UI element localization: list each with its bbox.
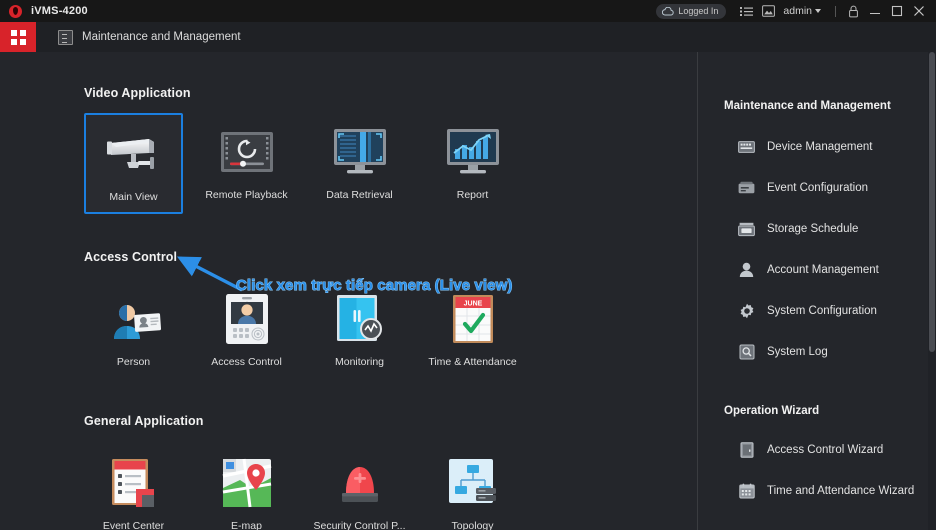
nav-label: Account Management: [767, 264, 879, 276]
grid-menu-icon[interactable]: [0, 22, 36, 52]
door-station-icon: [224, 288, 270, 350]
nav-label: Time and Attendance Wizard: [767, 485, 915, 497]
tile-data-retrieval[interactable]: Data Retrieval: [310, 113, 409, 214]
person-card-icon: [105, 288, 163, 350]
nav-item-system-configuration[interactable]: System Configuration: [738, 300, 936, 322]
tile-report[interactable]: Report: [423, 113, 522, 214]
lock-icon[interactable]: [842, 0, 864, 22]
tile-label: Monitoring: [334, 356, 385, 368]
tile-label: Report: [456, 189, 489, 201]
panel-title-maintenance: Maintenance and Management: [724, 100, 891, 112]
app-name: iVMS-4200: [31, 5, 88, 17]
tile-label: Remote Playback: [205, 189, 288, 201]
user-name[interactable]: admin: [779, 5, 815, 17]
nav-item-event-configuration[interactable]: Event Configuration: [738, 177, 936, 199]
account-management-icon: [738, 262, 755, 279]
tile-label: Security Control P...: [313, 520, 406, 530]
picture-icon[interactable]: [757, 0, 779, 22]
tab-maintenance-and-management[interactable]: Maintenance and Management: [58, 29, 241, 45]
wizard-nav-list: Access Control Wizard Time and Attendanc…: [698, 439, 936, 502]
map-pin-icon: [222, 452, 272, 514]
maintenance-nav-list: Device Management Event Configuration St…: [698, 136, 936, 363]
nav-label: Access Control Wizard: [767, 444, 884, 456]
nav-item-access-control-wizard[interactable]: Access Control Wizard: [738, 439, 936, 461]
tile-label: Main View: [109, 191, 158, 203]
cloud-icon: [662, 6, 675, 15]
cloud-login-label: Logged In: [678, 6, 719, 16]
topology-network-icon: [448, 452, 498, 514]
window-controls: Logged In admin: [656, 0, 936, 22]
tile-time-attendance[interactable]: JUNE Time & Attendance: [423, 280, 522, 381]
section-title-video-application: Video Application: [84, 86, 191, 100]
tab-label: Maintenance and Management: [82, 31, 241, 43]
tile-security-control-panel[interactable]: Security Control P...: [310, 444, 409, 530]
data-retrieval-monitor-icon: [332, 121, 388, 183]
nav-item-account-management[interactable]: Account Management: [738, 259, 936, 281]
event-list-icon: [110, 452, 158, 514]
content-area: Video Application Main View Remote Playb…: [0, 52, 936, 530]
device-management-icon: [738, 139, 755, 156]
vertical-scrollbar[interactable]: [928, 52, 936, 530]
panel-title-operation-wizard: Operation Wizard: [724, 405, 820, 417]
section-title-general-application: General Application: [84, 414, 204, 428]
storage-schedule-icon: [738, 221, 755, 238]
chevron-down-icon[interactable]: [815, 9, 821, 13]
nav-item-time-attendance-wizard[interactable]: Time and Attendance Wizard: [738, 480, 936, 502]
hikvision-flame-logo-icon: [9, 4, 22, 18]
side-panel: Maintenance and Management Device Manage…: [698, 52, 936, 530]
report-chart-monitor-icon: [445, 121, 501, 183]
title-bar: iVMS-4200 Logged In admin: [0, 0, 936, 22]
calendar-wizard-icon: [738, 483, 755, 500]
list-icon[interactable]: [735, 0, 757, 22]
playback-monitor-icon: [219, 121, 275, 183]
maintenance-icon: [58, 29, 73, 45]
close-icon[interactable]: [908, 0, 930, 22]
minimize-icon[interactable]: [864, 0, 886, 22]
application-grid: Video Application Main View Remote Playb…: [0, 52, 697, 530]
annotation-text: Click xem trực tiếp camera (Live view): [236, 277, 513, 295]
tile-label: Time & Attendance: [428, 356, 517, 368]
calendar-check-icon: JUNE: [450, 288, 496, 350]
nav-item-system-log[interactable]: System Log: [738, 341, 936, 363]
tile-topology[interactable]: Topology: [423, 444, 522, 530]
gear-icon: [738, 303, 755, 320]
cloud-login-status[interactable]: Logged In: [656, 3, 727, 19]
alarm-siren-icon: [334, 452, 386, 514]
divider: [835, 5, 836, 17]
nav-item-device-management[interactable]: Device Management: [738, 136, 936, 158]
tile-label: Data Retrieval: [326, 189, 393, 201]
tile-remote-playback[interactable]: Remote Playback: [197, 113, 296, 214]
access-control-wizard-icon: [738, 442, 755, 459]
tile-label: E-map: [231, 520, 262, 530]
nav-label: System Log: [767, 346, 828, 358]
tile-main-view[interactable]: Main View: [84, 113, 183, 214]
tile-monitoring[interactable]: Monitoring: [310, 280, 409, 381]
tile-emap[interactable]: E-map: [197, 444, 296, 530]
event-configuration-icon: [738, 180, 755, 197]
cctv-camera-icon: [105, 123, 163, 185]
tile-event-center[interactable]: Event Center: [84, 444, 183, 530]
nav-item-storage-schedule[interactable]: Storage Schedule: [738, 218, 936, 240]
tile-label: Person: [116, 356, 151, 368]
menu-bar: Maintenance and Management: [0, 22, 936, 52]
ivms-4200-window: iVMS-4200 Logged In admin Maintenance an…: [0, 0, 936, 530]
tile-label: Topology: [451, 520, 494, 530]
door-monitoring-icon: [334, 288, 386, 350]
tile-label: Event Center: [102, 520, 165, 530]
svg-text:JUNE: JUNE: [463, 300, 482, 307]
nav-label: System Configuration: [767, 305, 877, 317]
nav-label: Device Management: [767, 141, 873, 153]
nav-label: Event Configuration: [767, 182, 869, 194]
system-log-icon: [738, 344, 755, 361]
section-title-access-control: Access Control: [84, 250, 178, 264]
scrollbar-thumb[interactable]: [929, 52, 935, 352]
maximize-icon[interactable]: [886, 0, 908, 22]
nav-label: Storage Schedule: [767, 223, 859, 235]
tile-label: Access Control: [211, 356, 282, 368]
tile-person[interactable]: Person: [84, 280, 183, 381]
